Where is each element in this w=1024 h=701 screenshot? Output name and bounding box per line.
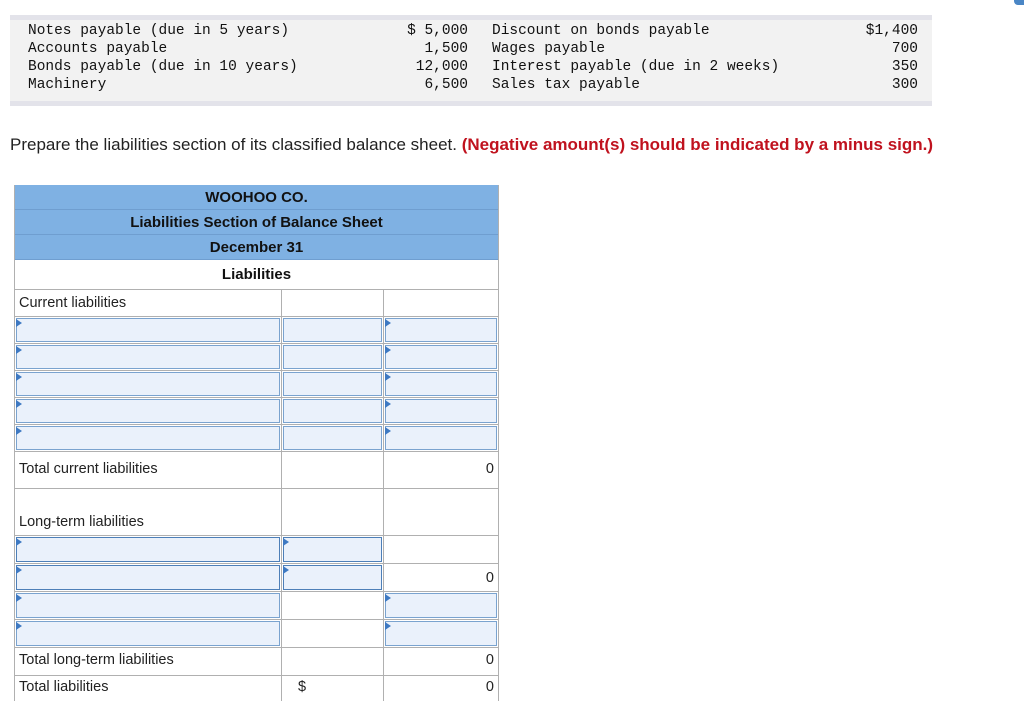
dropdown-marker-icon [385,400,391,408]
longterm-subtotal-value: 0 [485,570,494,586]
given-label: Notes payable (due in 5 years) [28,23,290,39]
total-longterm-label: Total long-term liabilities [19,652,174,668]
given-row: Bonds payable (due in 10 years) 12,000 I… [10,58,932,76]
dropdown-marker-icon [16,400,22,408]
account-name-input[interactable] [16,426,280,450]
amount-input[interactable] [385,372,497,396]
dropdown-marker-icon [385,373,391,381]
given-amount: 12,000 [415,59,468,75]
dropdown-marker-icon [16,427,22,435]
total-liabilities-value: 0 [485,679,494,695]
total-liabilities-label: Total liabilities [19,679,109,695]
current-input-row [15,344,498,371]
dropdown-marker-icon [385,319,391,327]
account-name-input[interactable] [16,621,280,646]
current-input-row [15,425,498,452]
given-label: Interest payable (due in 2 weeks) [492,59,780,75]
longterm-input-row [15,592,498,620]
total-longterm-row: Total long-term liabilities 0 [15,648,498,675]
amount-input[interactable] [283,399,382,423]
instruction-text: Prepare the liabilities section of its c… [10,135,457,154]
given-label: Discount on bonds payable [492,23,710,39]
current-liabilities-label: Current liabilities [19,295,127,311]
given-row: Accounts payable 1,500 Wages payable 700 [10,40,932,58]
given-row: Machinery 6,500 Sales tax payable 300 [10,76,932,94]
current-input-row [15,398,498,425]
given-amount: 350 [891,59,918,75]
given-amount: 300 [891,77,918,93]
given-data-table: Notes payable (due in 5 years) $ 5,000 D… [10,15,932,106]
given-label: Machinery [28,77,107,93]
amount-input[interactable] [283,426,382,450]
dropdown-marker-icon [16,566,22,574]
amount-input[interactable] [283,565,382,590]
given-amount: 6,500 [424,77,468,93]
amount-input[interactable] [283,318,382,342]
longterm-liabilities-row: Long-term liabilities [15,489,498,536]
dropdown-marker-icon [283,538,289,546]
dropdown-marker-icon [16,622,22,630]
given-amount: $ 5,000 [407,23,468,39]
account-name-input[interactable] [16,318,280,342]
total-current-value: 0 [485,461,494,477]
dropdown-marker-icon [16,373,22,381]
total-liabilities-row: Total liabilities $ 0 [15,675,498,701]
current-liabilities-row: Current liabilities [15,290,498,317]
sheet-title: Liabilities Section of Balance Sheet [15,210,498,235]
longterm-liabilities-label: Long-term liabilities [19,514,144,530]
account-name-input[interactable] [16,372,280,396]
instruction: Prepare the liabilities section of its c… [10,134,933,156]
amount-input[interactable] [385,318,497,342]
dropdown-marker-icon [385,622,391,630]
amount-input[interactable] [385,621,497,646]
given-label: Wages payable [492,41,606,57]
amount-input[interactable] [385,345,497,369]
dropdown-marker-icon [385,427,391,435]
instruction-warning: (Negative amount(s) should be indicated … [461,135,934,154]
amount-input[interactable] [283,345,382,369]
longterm-input-row: 0 [15,564,498,592]
amount-input[interactable] [385,593,497,618]
account-name-input[interactable] [16,537,280,562]
longterm-input-row [15,620,498,648]
amount-input[interactable] [283,537,382,562]
account-name-input[interactable] [16,345,280,369]
corner-tab [1014,0,1024,5]
dropdown-marker-icon [16,319,22,327]
amount-input[interactable] [385,426,497,450]
dropdown-marker-icon [385,346,391,354]
sheet-date: December 31 [15,235,498,260]
total-longterm-value: 0 [485,652,494,668]
dropdown-marker-icon [385,594,391,602]
account-name-input[interactable] [16,593,280,618]
given-label: Sales tax payable [492,77,640,93]
amount-input[interactable] [385,399,497,423]
given-amount: 1,500 [424,41,468,57]
current-input-row [15,371,498,398]
account-name-input[interactable] [16,565,280,590]
given-label: Bonds payable (due in 10 years) [28,59,298,75]
longterm-input-row [15,536,498,564]
total-current-row: Total current liabilities 0 [15,452,498,489]
total-current-label: Total current liabilities [19,461,158,477]
dropdown-marker-icon [16,346,22,354]
account-name-input[interactable] [16,399,280,423]
given-row: Notes payable (due in 5 years) $ 5,000 D… [10,22,932,40]
dropdown-marker-icon [16,538,22,546]
given-amount: $1,400 [865,23,918,39]
given-amount: 700 [891,41,918,57]
dropdown-marker-icon [16,594,22,602]
section-heading: Liabilities [15,260,498,290]
dropdown-marker-icon [283,566,289,574]
balance-sheet-worksheet: WOOHOO CO. Liabilities Section of Balanc… [14,185,499,701]
given-label: Accounts payable [28,41,168,57]
currency-symbol: $ [298,679,307,695]
current-input-row [15,317,498,344]
amount-input[interactable] [283,372,382,396]
company-name: WOOHOO CO. [15,185,498,210]
